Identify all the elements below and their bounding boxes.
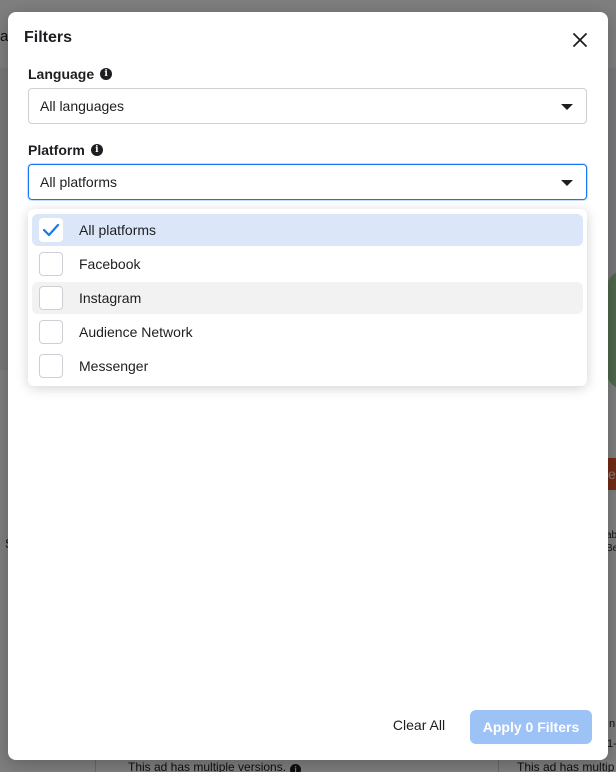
clear-all-button[interactable]: Clear All — [387, 710, 451, 740]
chevron-down-icon — [561, 180, 573, 186]
platform-select[interactable]: All platforms — [28, 164, 587, 200]
platform-option-instagram[interactable]: Instagram — [32, 282, 583, 314]
option-label: Audience Network — [79, 324, 193, 340]
close-icon — [573, 33, 587, 47]
option-label: Facebook — [79, 256, 141, 272]
option-label: Instagram — [79, 290, 142, 306]
chevron-down-icon — [561, 104, 573, 110]
language-select[interactable]: All languages — [28, 88, 587, 124]
checkbox[interactable] — [39, 286, 63, 310]
platform-select-value: All platforms — [40, 174, 118, 190]
checkmark-icon — [42, 223, 60, 237]
platform-option-audience-network[interactable]: Audience Network — [32, 316, 583, 348]
checkbox[interactable] — [39, 354, 63, 378]
checkbox[interactable] — [39, 320, 63, 344]
platform-label: Platform i — [28, 142, 103, 158]
checkbox[interactable] — [39, 252, 63, 276]
platform-option-all-platforms[interactable]: All platforms — [32, 214, 583, 246]
modal-title: Filters — [24, 29, 73, 46]
language-select-value: All languages — [40, 98, 125, 114]
option-label: All platforms — [79, 222, 157, 238]
platform-label-text: Platform — [28, 142, 85, 158]
info-icon[interactable]: i — [100, 68, 113, 80]
platform-option-facebook[interactable]: Facebook — [32, 248, 583, 280]
language-label: Language i — [28, 66, 113, 82]
checkbox[interactable] — [39, 218, 63, 242]
language-label-text: Language — [28, 66, 95, 82]
option-label: Messenger — [79, 358, 149, 374]
close-button[interactable] — [566, 26, 594, 54]
filters-modal: Filters Language i All languages Platfor… — [8, 12, 608, 760]
info-icon[interactable]: i — [90, 144, 103, 156]
platform-dropdown: All platforms Facebook Instagram Audienc… — [28, 209, 587, 386]
apply-filters-button[interactable]: Apply 0 Filters — [470, 710, 592, 744]
platform-option-messenger[interactable]: Messenger — [32, 350, 583, 382]
